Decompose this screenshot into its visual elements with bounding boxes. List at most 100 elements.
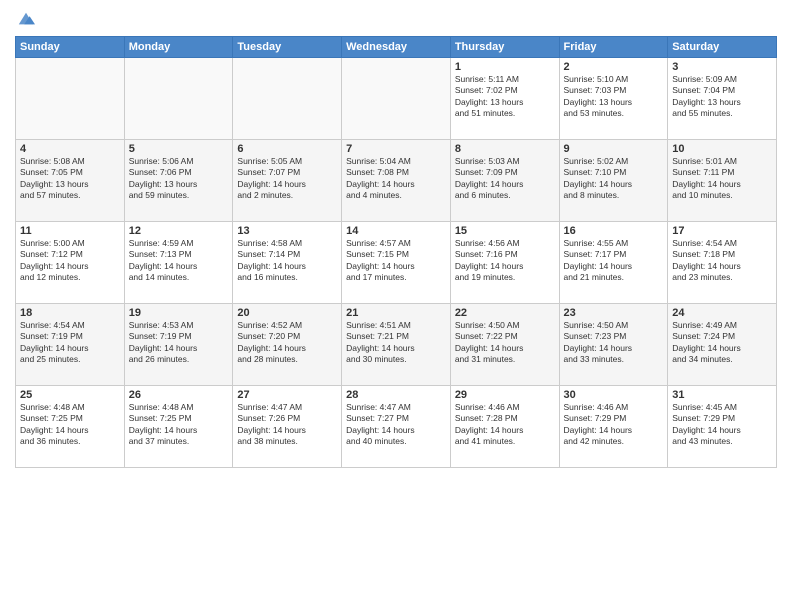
day-cell: 10Sunrise: 5:01 AM Sunset: 7:11 PM Dayli… [668, 140, 777, 222]
page-container: SundayMondayTuesdayWednesdayThursdayFrid… [0, 0, 792, 478]
day-header-friday: Friday [559, 37, 668, 58]
day-info: Sunrise: 4:58 AM Sunset: 7:14 PM Dayligh… [237, 238, 337, 284]
day-info: Sunrise: 4:46 AM Sunset: 7:29 PM Dayligh… [564, 402, 664, 448]
day-cell: 19Sunrise: 4:53 AM Sunset: 7:19 PM Dayli… [124, 304, 233, 386]
day-cell: 21Sunrise: 4:51 AM Sunset: 7:21 PM Dayli… [342, 304, 451, 386]
day-info: Sunrise: 5:10 AM Sunset: 7:03 PM Dayligh… [564, 74, 664, 120]
logo-icon [17, 10, 35, 28]
day-number: 21 [346, 307, 446, 319]
day-info: Sunrise: 4:55 AM Sunset: 7:17 PM Dayligh… [564, 238, 664, 284]
week-row-5: 25 Sunrise: 4:48 AM Sunset: 7:25 PM Dayli… [16, 386, 777, 468]
day-header-sunday: Sunday [16, 37, 125, 58]
day-header-wednesday: Wednesday [342, 37, 451, 58]
day-number: 22 [455, 307, 555, 319]
day-header-thursday: Thursday [450, 37, 559, 58]
day-number: 15 [455, 225, 555, 237]
day-cell: 23Sunrise: 4:50 AM Sunset: 7:23 PM Dayli… [559, 304, 668, 386]
day-cell: 22Sunrise: 4:50 AM Sunset: 7:22 PM Dayli… [450, 304, 559, 386]
day-cell: 14Sunrise: 4:57 AM Sunset: 7:15 PM Dayli… [342, 222, 451, 304]
day-cell: 9Sunrise: 5:02 AM Sunset: 7:10 PM Daylig… [559, 140, 668, 222]
day-number: 23 [564, 307, 664, 319]
day-cell: 26Sunrise: 4:48 AM Sunset: 7:25 PM Dayli… [124, 386, 233, 468]
day-cell: 29Sunrise: 4:46 AM Sunset: 7:28 PM Dayli… [450, 386, 559, 468]
day-number: 18 [20, 307, 120, 319]
day-number: 12 [129, 225, 229, 237]
day-info: Sunrise: 4:51 AM Sunset: 7:21 PM Dayligh… [346, 320, 446, 366]
day-number: 16 [564, 225, 664, 237]
day-number: 27 [237, 389, 337, 401]
day-info: Sunrise: 4:46 AM Sunset: 7:28 PM Dayligh… [455, 402, 555, 448]
day-cell: 8Sunrise: 5:03 AM Sunset: 7:09 PM Daylig… [450, 140, 559, 222]
day-info: Sunrise: 4:56 AM Sunset: 7:16 PM Dayligh… [455, 238, 555, 284]
day-number: 7 [346, 143, 446, 155]
day-cell [124, 58, 233, 140]
day-info: Sunrise: 4:59 AM Sunset: 7:13 PM Dayligh… [129, 238, 229, 284]
day-cell: 17Sunrise: 4:54 AM Sunset: 7:18 PM Dayli… [668, 222, 777, 304]
day-info: Sunrise: 5:05 AM Sunset: 7:07 PM Dayligh… [237, 156, 337, 202]
calendar-table: SundayMondayTuesdayWednesdayThursdayFrid… [15, 36, 777, 468]
day-info: Sunrise: 4:50 AM Sunset: 7:22 PM Dayligh… [455, 320, 555, 366]
day-number: 17 [672, 225, 772, 237]
day-cell: 7Sunrise: 5:04 AM Sunset: 7:08 PM Daylig… [342, 140, 451, 222]
header-row: SundayMondayTuesdayWednesdayThursdayFrid… [16, 37, 777, 58]
day-cell: 3Sunrise: 5:09 AM Sunset: 7:04 PM Daylig… [668, 58, 777, 140]
day-number: 3 [672, 61, 772, 73]
day-info: Sunrise: 4:52 AM Sunset: 7:20 PM Dayligh… [237, 320, 337, 366]
day-cell: 5Sunrise: 5:06 AM Sunset: 7:06 PM Daylig… [124, 140, 233, 222]
day-info: Sunrise: 4:54 AM Sunset: 7:18 PM Dayligh… [672, 238, 772, 284]
day-info: Sunrise: 4:53 AM Sunset: 7:19 PM Dayligh… [129, 320, 229, 366]
day-cell: 30Sunrise: 4:46 AM Sunset: 7:29 PM Dayli… [559, 386, 668, 468]
day-number: 1 [455, 61, 555, 73]
day-info: Sunrise: 4:49 AM Sunset: 7:24 PM Dayligh… [672, 320, 772, 366]
day-info: Sunrise: 5:03 AM Sunset: 7:09 PM Dayligh… [455, 156, 555, 202]
day-info: Sunrise: 5:01 AM Sunset: 7:11 PM Dayligh… [672, 156, 772, 202]
day-number: 5 [129, 143, 229, 155]
day-number: 25 [20, 389, 120, 401]
day-cell [16, 58, 125, 140]
week-row-3: 11Sunrise: 5:00 AM Sunset: 7:12 PM Dayli… [16, 222, 777, 304]
day-number: 29 [455, 389, 555, 401]
day-number: 13 [237, 225, 337, 237]
day-number: 8 [455, 143, 555, 155]
day-cell: 1Sunrise: 5:11 AM Sunset: 7:02 PM Daylig… [450, 58, 559, 140]
day-info: Sunrise: 4:45 AM Sunset: 7:29 PM Dayligh… [672, 402, 772, 448]
day-number: 2 [564, 61, 664, 73]
day-info: Sunrise: 5:04 AM Sunset: 7:08 PM Dayligh… [346, 156, 446, 202]
day-number: 30 [564, 389, 664, 401]
day-cell: 27Sunrise: 4:47 AM Sunset: 7:26 PM Dayli… [233, 386, 342, 468]
day-info: Sunrise: 5:09 AM Sunset: 7:04 PM Dayligh… [672, 74, 772, 120]
day-cell: 6Sunrise: 5:05 AM Sunset: 7:07 PM Daylig… [233, 140, 342, 222]
day-header-saturday: Saturday [668, 37, 777, 58]
day-cell: 12Sunrise: 4:59 AM Sunset: 7:13 PM Dayli… [124, 222, 233, 304]
week-row-2: 4Sunrise: 5:08 AM Sunset: 7:05 PM Daylig… [16, 140, 777, 222]
day-number: 9 [564, 143, 664, 155]
header [15, 10, 777, 28]
day-number: 4 [20, 143, 120, 155]
day-cell: 28Sunrise: 4:47 AM Sunset: 7:27 PM Dayli… [342, 386, 451, 468]
day-cell [233, 58, 342, 140]
day-info: Sunrise: 4:50 AM Sunset: 7:23 PM Dayligh… [564, 320, 664, 366]
day-cell [342, 58, 451, 140]
day-info: Sunrise: 4:47 AM Sunset: 7:27 PM Dayligh… [346, 402, 446, 448]
day-number: 31 [672, 389, 772, 401]
day-number: 20 [237, 307, 337, 319]
day-cell: 4Sunrise: 5:08 AM Sunset: 7:05 PM Daylig… [16, 140, 125, 222]
day-info: Sunrise: 4:54 AM Sunset: 7:19 PM Dayligh… [20, 320, 120, 366]
day-cell: 15Sunrise: 4:56 AM Sunset: 7:16 PM Dayli… [450, 222, 559, 304]
day-info: Sunrise: 4:48 AM Sunset: 7:25 PM Dayligh… [129, 402, 229, 448]
day-number: 11 [20, 225, 120, 237]
day-info: Sunrise: 5:06 AM Sunset: 7:06 PM Dayligh… [129, 156, 229, 202]
day-cell: 25Sunrise: 4:48 AM Sunset: 7:25 PM Dayli… [16, 386, 125, 468]
day-cell: 16Sunrise: 4:55 AM Sunset: 7:17 PM Dayli… [559, 222, 668, 304]
day-info: Sunrise: 5:11 AM Sunset: 7:02 PM Dayligh… [455, 74, 555, 120]
week-row-1: 1Sunrise: 5:11 AM Sunset: 7:02 PM Daylig… [16, 58, 777, 140]
day-info: Sunrise: 5:00 AM Sunset: 7:12 PM Dayligh… [20, 238, 120, 284]
day-number: 10 [672, 143, 772, 155]
day-info: Sunrise: 5:08 AM Sunset: 7:05 PM Dayligh… [20, 156, 120, 202]
day-info: Sunrise: 4:57 AM Sunset: 7:15 PM Dayligh… [346, 238, 446, 284]
day-cell: 13Sunrise: 4:58 AM Sunset: 7:14 PM Dayli… [233, 222, 342, 304]
day-info: Sunrise: 5:02 AM Sunset: 7:10 PM Dayligh… [564, 156, 664, 202]
day-header-monday: Monday [124, 37, 233, 58]
logo [15, 10, 35, 28]
day-cell: 24Sunrise: 4:49 AM Sunset: 7:24 PM Dayli… [668, 304, 777, 386]
